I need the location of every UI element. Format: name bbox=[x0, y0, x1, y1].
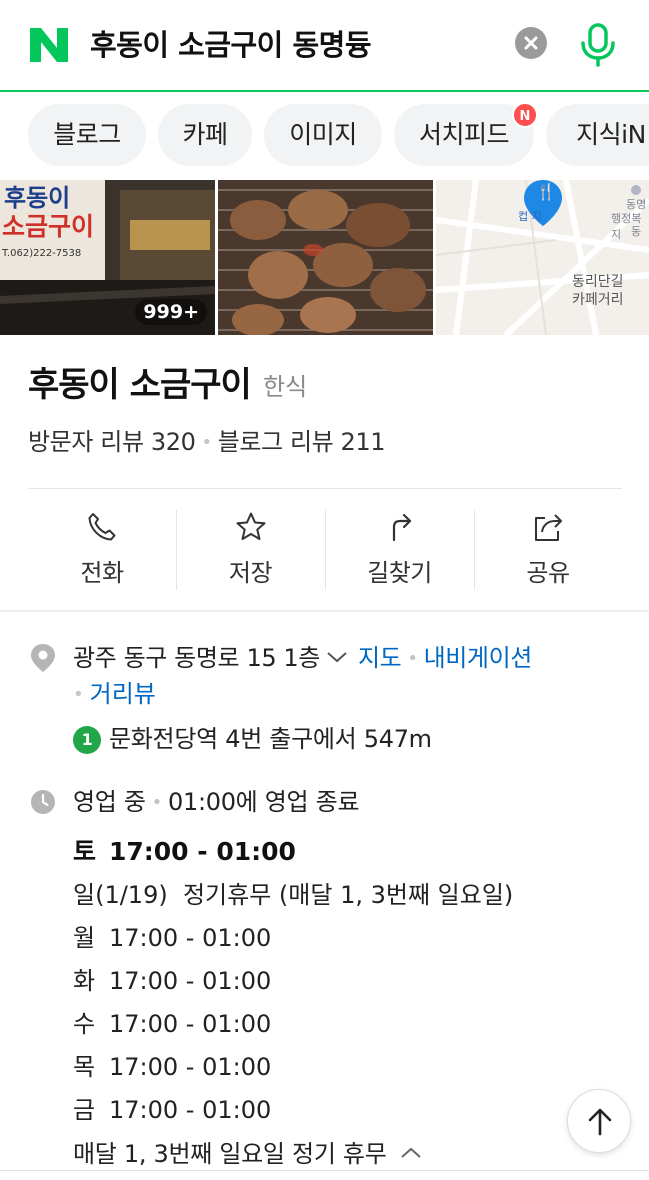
directions-label: 길찾기 bbox=[367, 559, 432, 587]
hours-time: 17:00 - 01:00 bbox=[109, 837, 296, 866]
search-tabs: 블로그 카페 이미지 서치피드 지식iN bbox=[0, 104, 649, 168]
storefront-photo[interactable]: 후동이 소금구이 T.062)222-7538 999+ bbox=[0, 180, 215, 335]
subway-info: 1 문화전당역 4번 출구에서 547m bbox=[73, 723, 432, 755]
clock-icon bbox=[31, 790, 55, 814]
separator-dot: • bbox=[73, 684, 84, 705]
photo-strip: 후동이 소금구이 T.062)222-7538 999+ 🍴 컵 지 동명 행정… bbox=[0, 180, 649, 335]
directions-icon bbox=[392, 513, 411, 542]
save-label: 저장 bbox=[228, 559, 273, 587]
hours-row: 일(1/19) 정기휴무 (매달 1, 3번째 일요일) bbox=[73, 879, 513, 911]
new-badge: N bbox=[512, 102, 538, 128]
holiday-note-text: 매달 1, 3번째 일요일 정기 휴무 bbox=[73, 1140, 387, 1168]
holiday-note[interactable]: 매달 1, 3번째 일요일 정기 휴무 bbox=[73, 1138, 422, 1170]
map-thumbnail[interactable]: 🍴 컵 지 동명 행정복지 동 동리단길 카페거리 bbox=[436, 180, 649, 335]
map-label-dong: 동 bbox=[631, 225, 642, 238]
subway-text: 문화전당역 4번 출구에서 547m bbox=[109, 725, 432, 753]
street-view-link[interactable]: 거리뷰 bbox=[90, 680, 156, 708]
photo-count-badge: 999+ bbox=[135, 299, 207, 325]
hours-row: 목 17:00 - 01:00 bbox=[73, 1051, 271, 1083]
clear-search-button[interactable] bbox=[515, 27, 547, 59]
action-bar: 전화 저장 길찾기 공유 bbox=[28, 490, 622, 610]
hours-row: 화 17:00 - 01:00 bbox=[73, 965, 271, 997]
hours-time: 정기휴무 (매달 1, 3번째 일요일) bbox=[182, 881, 514, 909]
map-link[interactable]: 지도 bbox=[358, 644, 402, 672]
phone-icon bbox=[88, 513, 116, 541]
separator-dot: • bbox=[151, 792, 163, 813]
search-bar: 후동이 소금구이 동명듕 bbox=[0, 0, 649, 92]
hours-day: 목 bbox=[73, 1053, 96, 1081]
call-label: 전화 bbox=[80, 559, 124, 587]
blog-reviews-link[interactable]: 블로그 리뷰 211 bbox=[218, 428, 386, 456]
naver-logo[interactable] bbox=[28, 26, 70, 64]
divider bbox=[28, 488, 622, 489]
grilled-meat-illustration bbox=[218, 180, 433, 335]
map-label-office: 행정복지 bbox=[611, 212, 642, 241]
address-row-2: • 거리뷰 bbox=[73, 678, 156, 711]
separator-dot: • bbox=[201, 432, 212, 453]
hours-row: 금 17:00 - 01:00 bbox=[73, 1094, 271, 1126]
tab-cafe[interactable]: 카페 bbox=[158, 104, 252, 166]
hours-row-today: 토 17:00 - 01:00 bbox=[73, 836, 296, 868]
map-illustration bbox=[436, 180, 649, 335]
arrow-up-icon bbox=[588, 1108, 612, 1136]
microphone-icon bbox=[581, 23, 615, 67]
subway-line-badge: 1 bbox=[73, 726, 101, 754]
sign-phone: T.062)222-7538 bbox=[2, 248, 82, 259]
save-button[interactable]: 저장 bbox=[176, 490, 325, 610]
share-label: 공유 bbox=[526, 559, 570, 587]
close-icon bbox=[524, 36, 538, 50]
tab-blog[interactable]: 블로그 bbox=[28, 104, 146, 166]
map-pin-icon: 🍴 bbox=[536, 182, 556, 201]
navigation-link[interactable]: 내비게이션 bbox=[424, 644, 533, 672]
closing-time: 01:00에 영업 종료 bbox=[168, 788, 360, 816]
hours-time: 17:00 - 01:00 bbox=[109, 1053, 272, 1081]
hours-day: 토 bbox=[73, 837, 97, 866]
business-status: 영업 중 • 01:00에 영업 종료 bbox=[73, 786, 360, 819]
voice-search-button[interactable] bbox=[578, 22, 618, 68]
address-text: 광주 동구 동명로 15 1층 bbox=[73, 644, 320, 672]
hours-row: 월 17:00 - 01:00 bbox=[73, 922, 271, 954]
place-category: 한식 bbox=[263, 373, 308, 401]
chevron-down-icon[interactable] bbox=[326, 650, 348, 664]
share-icon bbox=[535, 514, 562, 541]
scroll-to-top-button[interactable] bbox=[567, 1089, 631, 1153]
food-photo[interactable] bbox=[218, 180, 433, 335]
hours-day: 금 bbox=[73, 1096, 96, 1124]
hours-day: 화 bbox=[73, 967, 96, 995]
hours-row: 수 17:00 - 01:00 bbox=[73, 1008, 271, 1040]
address-row: 광주 동구 동명로 15 1층 지도 • 내비게이션 bbox=[73, 642, 532, 675]
directions-button[interactable]: 길찾기 bbox=[325, 490, 474, 610]
review-summary: 방문자 리뷰 320 • 블로그 리뷰 211 bbox=[28, 426, 386, 459]
hours-time: 17:00 - 01:00 bbox=[109, 967, 272, 995]
hours-day: 월 bbox=[73, 924, 96, 952]
hours-day: 수 bbox=[73, 1010, 96, 1038]
bottom-divider bbox=[0, 1170, 649, 1171]
place-name: 후동이 소금구이 bbox=[28, 365, 252, 405]
sign-text-2: 소금구이 bbox=[2, 212, 95, 241]
hours-day: 일(1/19) bbox=[73, 881, 168, 909]
hours-time: 17:00 - 01:00 bbox=[109, 1010, 272, 1038]
tab-knowledge-in[interactable]: 지식iN bbox=[546, 104, 649, 166]
call-button[interactable]: 전화 bbox=[28, 490, 176, 610]
sign-text-1: 후동이 bbox=[4, 184, 71, 212]
hours-time: 17:00 - 01:00 bbox=[109, 924, 272, 952]
section-divider bbox=[0, 610, 649, 612]
visitor-reviews-link[interactable]: 방문자 리뷰 320 bbox=[28, 428, 196, 456]
location-pin-icon bbox=[31, 644, 55, 672]
open-status: 영업 중 bbox=[73, 788, 146, 816]
chevron-up-icon bbox=[401, 1147, 421, 1158]
tab-images[interactable]: 이미지 bbox=[264, 104, 382, 166]
star-icon bbox=[236, 512, 265, 540]
map-label-street: 동리단길 카페거리 bbox=[572, 274, 624, 308]
map-pin-label: 컵 지 bbox=[518, 210, 542, 223]
search-query[interactable]: 후동이 소금구이 동명듕 bbox=[90, 26, 372, 64]
separator-dot: • bbox=[407, 648, 418, 669]
share-button[interactable]: 공유 bbox=[474, 490, 622, 610]
hours-time: 17:00 - 01:00 bbox=[109, 1096, 272, 1124]
